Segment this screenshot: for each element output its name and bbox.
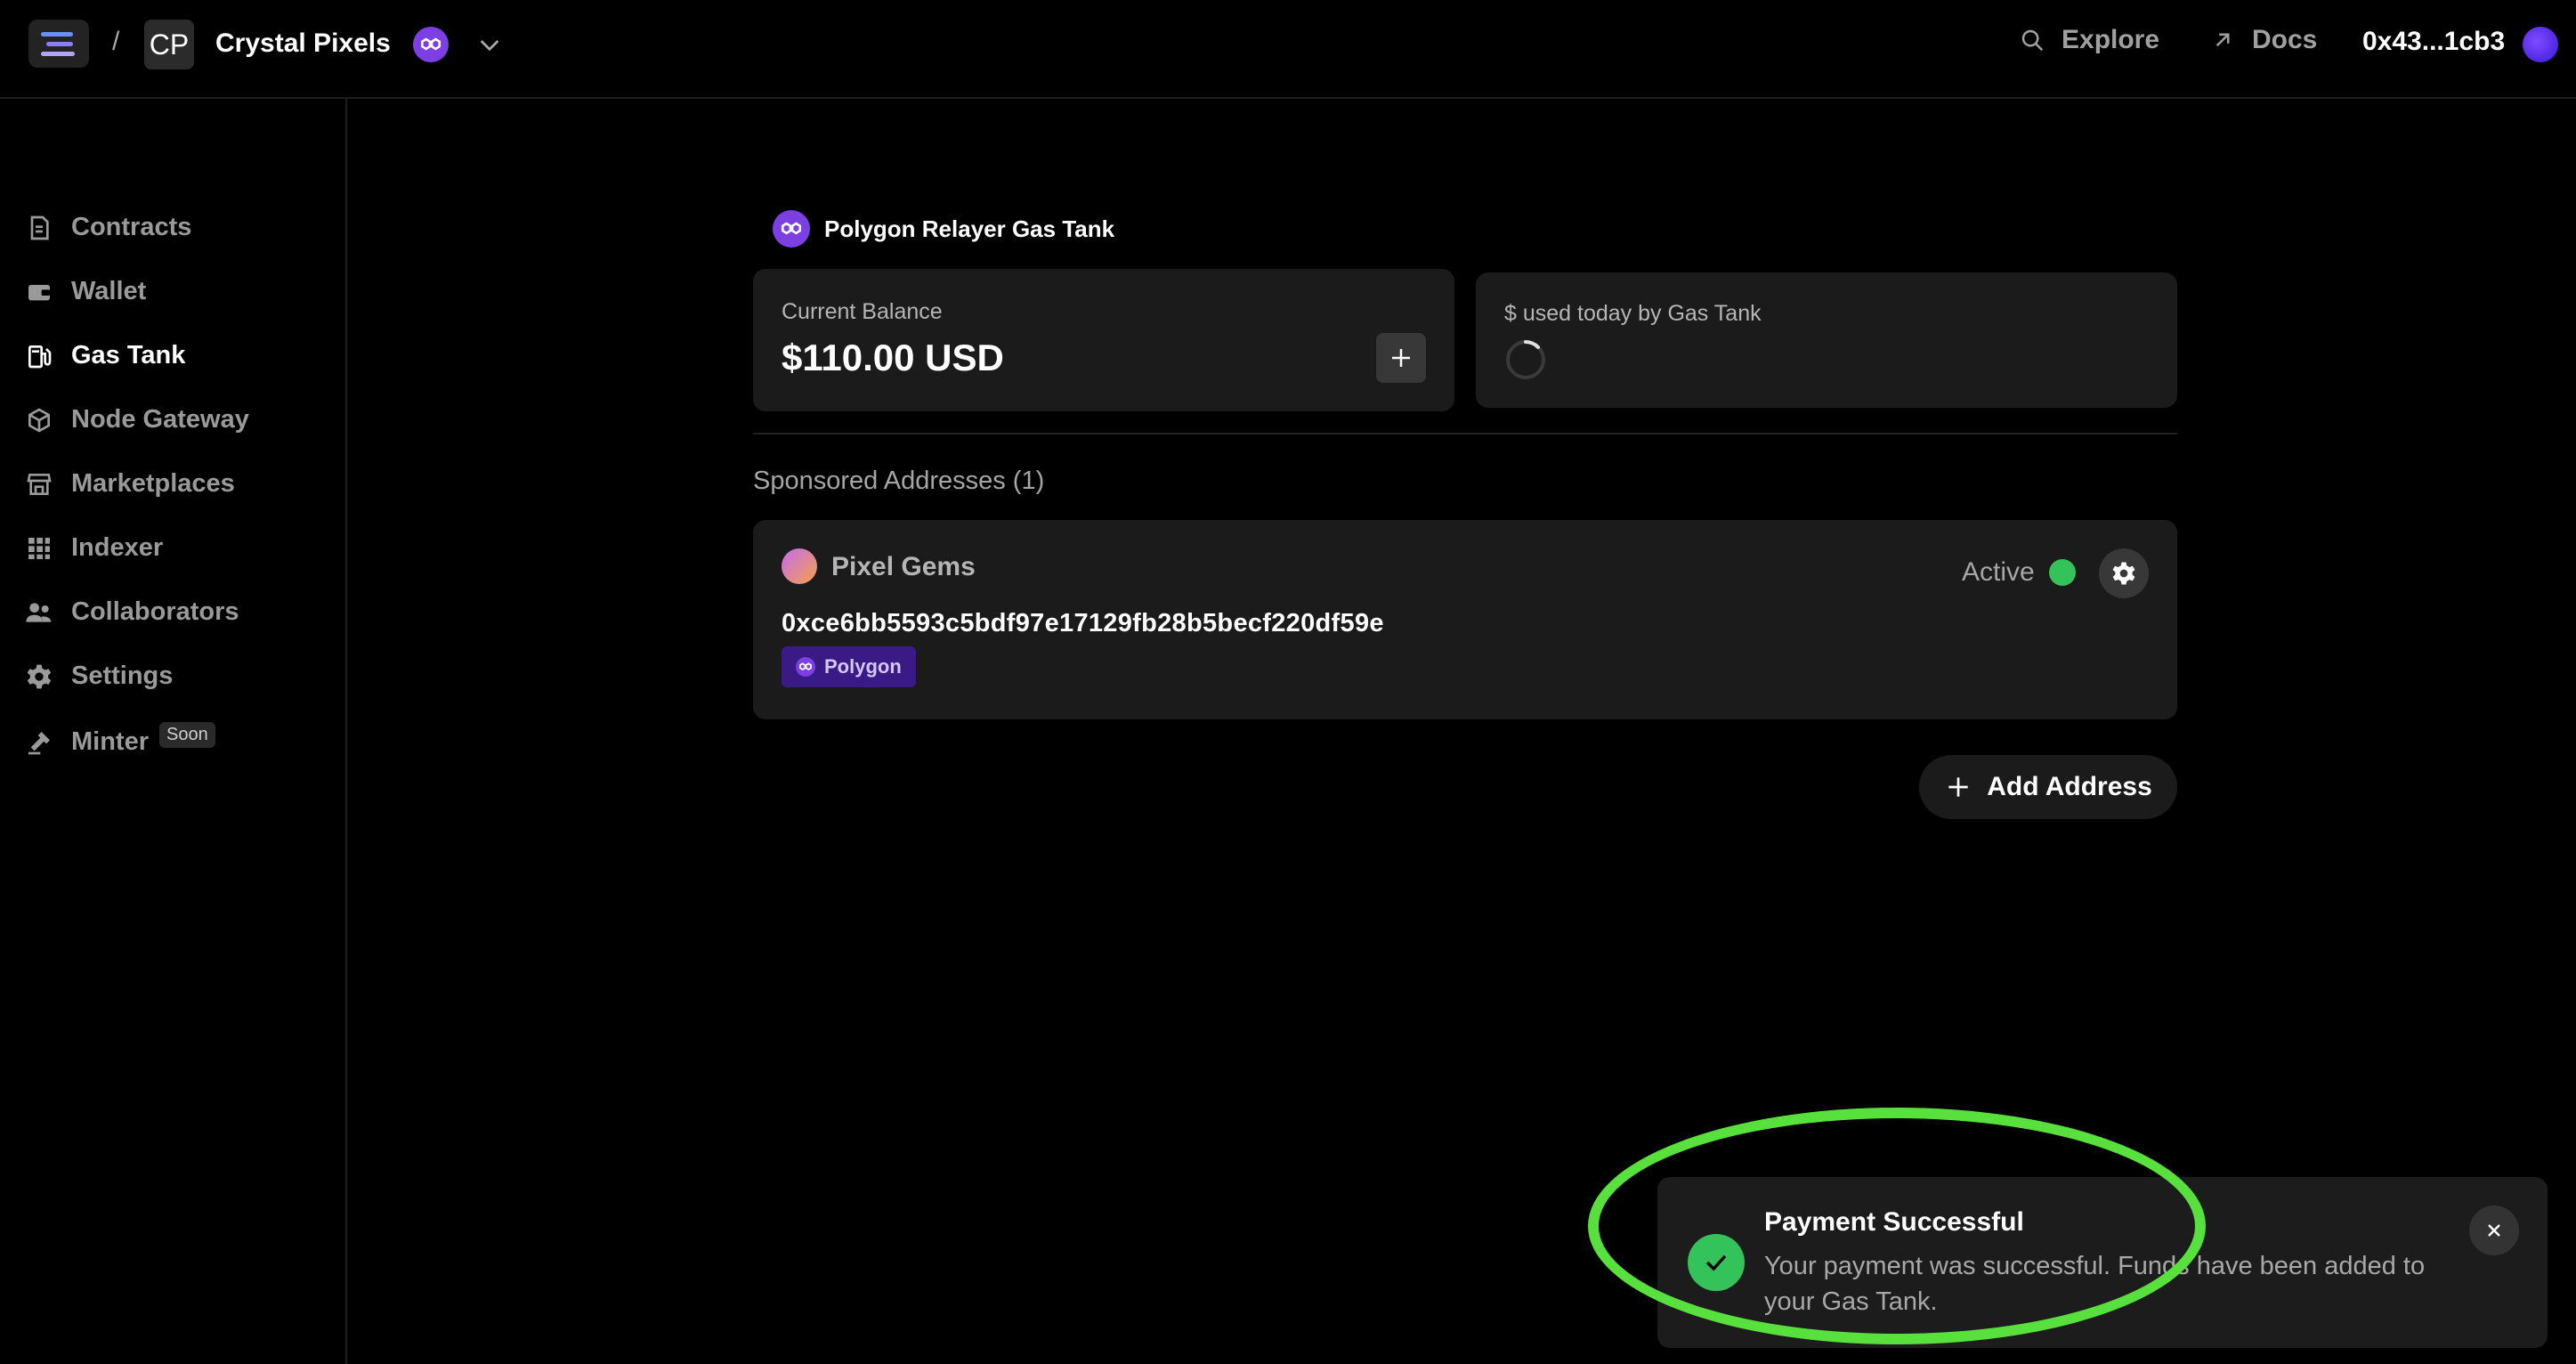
add-address-button[interactable]: Add Address: [1919, 755, 2177, 819]
cube-icon: [28, 407, 50, 433]
sidebar-item-settings[interactable]: Settings: [25, 662, 173, 691]
polygon-network-icon: [413, 27, 449, 62]
grid-icon: [28, 537, 50, 559]
gear-icon: [27, 664, 52, 688]
sidebar-item-collaborators[interactable]: Collaborators: [25, 597, 239, 627]
sidebar-item-minter[interactable]: Minter Soon: [25, 722, 215, 757]
payment-toast: Payment Successful Your payment was succ…: [1657, 1177, 2548, 1348]
app-logo[interactable]: [28, 20, 89, 68]
loading-spinner-icon: [1506, 340, 1545, 379]
success-check-icon: [1688, 1234, 1745, 1291]
explore-label: Explore: [2062, 25, 2160, 54]
wallet-icon: [28, 284, 50, 300]
contracts-icon: [30, 215, 49, 240]
gas-tank-title-text: Polygon Relayer Gas Tank: [824, 215, 1115, 242]
docs-label: Docs: [2252, 25, 2318, 54]
sidebar-item-label: Contracts: [71, 213, 192, 241]
sidebar-item-label: Node Gateway: [71, 405, 249, 434]
contract-avatar: [782, 548, 817, 584]
add-funds-button[interactable]: [1376, 333, 1426, 383]
chain-label: Polygon: [824, 655, 902, 678]
polygon-icon: [796, 657, 815, 677]
top-bar: / CP Crystal Pixels Explore Docs 0x43...…: [0, 0, 2576, 99]
search-icon: [2021, 29, 2044, 52]
toast-title: Payment Successful: [1764, 1207, 2024, 1237]
close-icon: [2488, 1224, 2500, 1237]
toast-close-button[interactable]: [2469, 1206, 2519, 1255]
sidebar-item-marketplaces[interactable]: Marketplaces: [25, 469, 235, 499]
storefront-icon: [27, 473, 52, 495]
sidebar-item-label: Settings: [71, 662, 174, 690]
balance-value: $110.00 USD: [782, 337, 1004, 378]
sponsored-address-card: Pixel Gems 0xce6bb5593c5bdf97e17129fb28b…: [753, 520, 2177, 719]
docs-link[interactable]: Docs: [2209, 25, 2317, 55]
wallet-address[interactable]: 0x43...1cb3: [2362, 27, 2505, 57]
sidebar-item-gas-tank[interactable]: Gas Tank: [25, 341, 185, 370]
arrow-up-right-icon: [2216, 33, 2230, 47]
gear-icon: [2112, 562, 2135, 585]
sponsored-addresses-heading: Sponsored Addresses (1): [753, 467, 1045, 495]
explore-link[interactable]: Explore: [2019, 25, 2159, 55]
add-address-label: Add Address: [1987, 772, 2152, 801]
gas-tank-title: Polygon Relayer Gas Tank: [773, 210, 1114, 248]
usage-card: $ used today by Gas Tank: [1476, 272, 2177, 408]
soon-badge: Soon: [159, 722, 215, 748]
plus-icon: [1392, 349, 1410, 367]
toast-message: Your payment was successful. Funds have …: [1764, 1252, 2426, 1316]
sidebar-item-wallet[interactable]: Wallet: [25, 277, 146, 306]
users-icon: [26, 602, 52, 622]
sidebar-item-node-gateway[interactable]: Node Gateway: [25, 405, 249, 434]
address-settings-button[interactable]: [2099, 548, 2149, 598]
sidebar-item-label: Wallet: [71, 277, 147, 305]
sidebar: Contracts Wallet Gas Tank Node Gateway M…: [0, 99, 347, 1364]
balance-label: Current Balance: [782, 299, 943, 324]
sidebar-item-label: Indexer: [71, 533, 164, 562]
project-avatar[interactable]: CP: [144, 20, 194, 69]
section-divider: [753, 433, 2177, 434]
contract-name: Pixel Gems: [831, 552, 976, 581]
contract-address: 0xce6bb5593c5bdf97e17129fb28b5becf220df5…: [782, 609, 1384, 637]
status-label: Active: [1962, 557, 2035, 587]
gas-pump-icon: [28, 345, 52, 368]
sidebar-item-label: Collaborators: [71, 597, 239, 626]
breadcrumb-separator: /: [112, 27, 120, 56]
chevron-down-icon[interactable]: [475, 30, 504, 59]
plus-icon: [1948, 777, 1968, 797]
sidebar-item-indexer[interactable]: Indexer: [25, 533, 163, 563]
sidebar-item-label: Gas Tank: [71, 341, 186, 369]
polygon-icon: [773, 210, 810, 248]
wallet-avatar[interactable]: [2523, 27, 2558, 62]
chain-tag: Polygon: [782, 646, 916, 687]
project-name[interactable]: Crystal Pixels: [215, 28, 391, 59]
usage-label: $ used today by Gas Tank: [1504, 301, 1762, 326]
sidebar-item-label: Minter: [71, 727, 149, 756]
hammer-icon: [28, 731, 50, 754]
sidebar-item-contracts[interactable]: Contracts: [25, 213, 191, 242]
balance-card: Current Balance $110.00 USD: [753, 269, 1454, 411]
sidebar-item-label: Marketplaces: [71, 469, 235, 498]
status-dot: [2049, 559, 2076, 586]
